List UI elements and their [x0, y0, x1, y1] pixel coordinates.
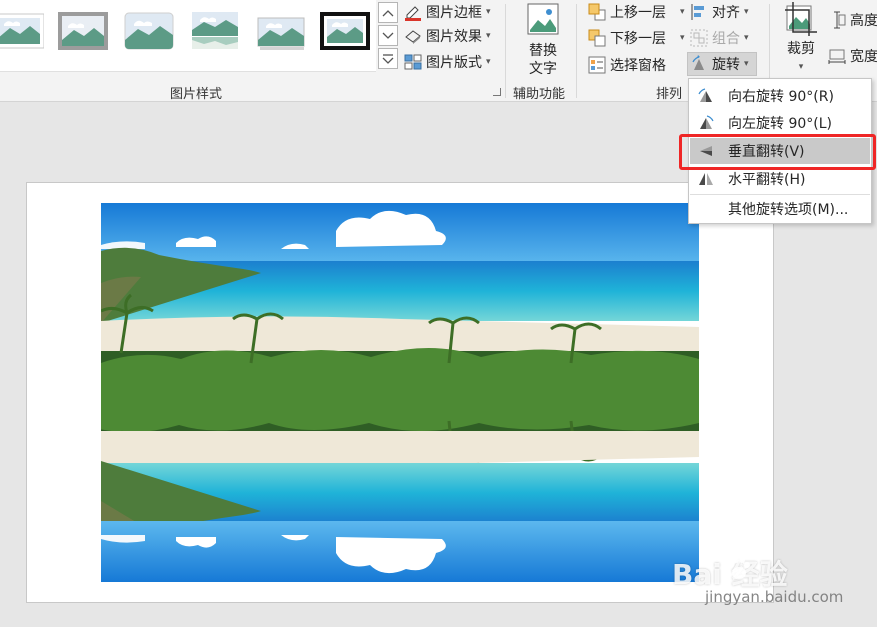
picture-style-gallery	[0, 0, 376, 72]
group-label-arrange: 排列	[656, 87, 683, 102]
chevron-up-icon	[382, 9, 394, 16]
alt-text-icon	[527, 3, 559, 35]
picture-layout-button[interactable]: 图片版式 ▾	[404, 50, 491, 74]
style-thumb-3[interactable]	[124, 12, 174, 50]
style-thumb-1[interactable]	[0, 12, 44, 50]
gallery-scroll-down-button[interactable]	[378, 25, 398, 46]
dropdown-caret-icon: ▾	[486, 57, 491, 67]
selection-pane-button[interactable]: 选择窗格	[588, 53, 666, 77]
style-thumb-2[interactable]	[58, 12, 108, 50]
blank-icon	[696, 201, 716, 217]
watermark-url: jingyan.baidu.com	[705, 588, 844, 606]
dropdown-caret-icon: ▾	[744, 59, 749, 69]
group-button[interactable]: 组合 ▾	[690, 26, 749, 50]
crop-dropdown-caret-icon[interactable]: ▾	[783, 58, 819, 76]
paw-logo-icon	[728, 557, 750, 579]
selection-pane-icon	[588, 56, 606, 74]
alt-text-button[interactable]: 替换 文字	[522, 2, 564, 78]
height-icon	[828, 11, 846, 29]
style-thumb-5[interactable]	[256, 12, 306, 50]
style-thumb-4[interactable]	[190, 12, 240, 50]
beach-picture-flipped[interactable]	[101, 203, 699, 582]
group-label-picture-styles: 图片样式	[170, 87, 223, 102]
height-field[interactable]: 高度	[828, 8, 877, 32]
rotate-button[interactable]: 旋转 ▾	[687, 52, 757, 76]
dropdown-caret-icon: ▾	[680, 33, 685, 43]
style-thumb-6[interactable]	[320, 12, 370, 50]
group-label-accessibility: 辅助功能	[513, 87, 566, 102]
gallery-scroll-up-button[interactable]	[378, 2, 398, 23]
send-backward-button[interactable]: 下移一层 ▾	[588, 26, 685, 50]
width-field[interactable]: 宽度	[828, 44, 877, 68]
crop-button[interactable]: 裁剪 ▾	[783, 2, 819, 76]
menu-separator	[690, 194, 870, 195]
pen-border-icon	[404, 3, 422, 21]
group-icon	[690, 29, 708, 47]
group-separator	[576, 4, 577, 98]
picture-border-button[interactable]: 图片边框 ▾	[404, 0, 491, 24]
dialog-launcher-icon[interactable]	[493, 88, 501, 96]
menu-item-rotate-left-90[interactable]: 向左旋转 90°(L)	[690, 110, 870, 136]
menu-item-more-rotation-options[interactable]: 其他旋转选项(M)...	[690, 196, 870, 222]
align-icon	[690, 3, 708, 21]
dropdown-caret-icon: ▾	[744, 33, 749, 43]
rotate-left-icon	[696, 115, 716, 131]
effects-icon	[404, 27, 422, 45]
bring-forward-button[interactable]: 上移一层 ▾	[588, 0, 685, 24]
dropdown-caret-icon: ▾	[486, 31, 491, 41]
rotate-right-icon	[696, 88, 716, 104]
chevron-down-icon	[382, 32, 394, 39]
width-icon	[828, 47, 846, 65]
send-backward-icon	[588, 29, 606, 47]
rotate-icon	[690, 55, 708, 73]
dropdown-caret-icon: ▾	[744, 7, 749, 17]
group-separator	[505, 4, 506, 98]
dropdown-caret-icon: ▾	[680, 7, 685, 17]
crop-icon	[785, 2, 817, 36]
layout-icon	[404, 53, 422, 71]
red-highlight-box	[679, 134, 876, 170]
baidu-jingyan-watermark: Bai 经验	[672, 553, 788, 593]
dropdown-caret-icon: ▾	[486, 7, 491, 17]
flip-horizontal-icon	[696, 171, 716, 187]
bring-forward-icon	[588, 3, 606, 21]
menu-item-rotate-right-90[interactable]: 向右旋转 90°(R)	[690, 83, 870, 109]
gallery-more-button[interactable]	[378, 48, 398, 69]
align-button[interactable]: 对齐 ▾	[690, 0, 749, 24]
picture-effects-button[interactable]: 图片效果 ▾	[404, 24, 491, 48]
more-icon	[382, 53, 394, 64]
